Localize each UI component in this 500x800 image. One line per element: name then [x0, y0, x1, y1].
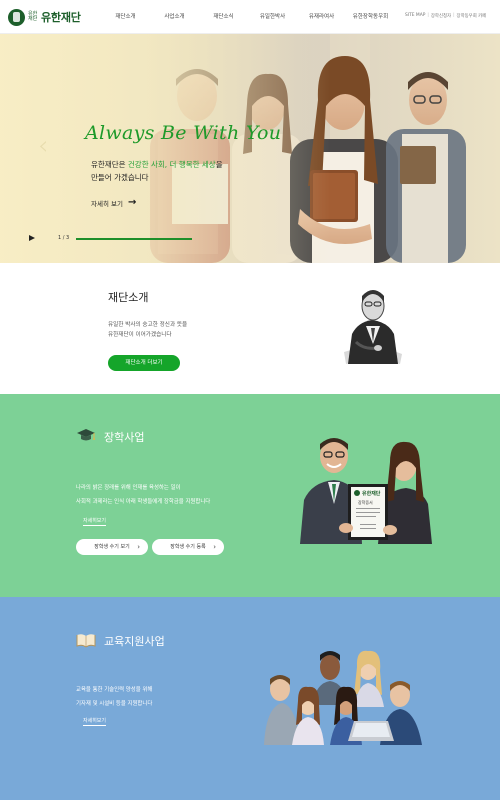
main-nav: 재단소개 사업소개 재단소식 유일한박사 유재라여사 유한장학동우회: [101, 12, 395, 20]
founder-portrait-image: [344, 290, 402, 364]
util-sitemap[interactable]: SITE MAP: [405, 13, 425, 19]
nav-item-foundation[interactable]: 재단소개: [101, 12, 150, 20]
util-divider: |: [427, 13, 429, 18]
hero-copy: 유한재단은 건강한 사회, 더 행복한 세상을 만들어 가겠습니다: [91, 158, 223, 184]
certificate-heading: 유한재단: [362, 490, 381, 497]
util-alumni-cafe[interactable]: 장학동우회 카페: [457, 13, 487, 19]
chevron-left-icon[interactable]: ‹: [38, 131, 48, 161]
button-label: 장학생 수기 보기: [94, 544, 130, 550]
hero-slider: ‹ Always Be With You 유한재단은 건강한 사회, 더 행복한…: [0, 34, 500, 263]
nav-item-business[interactable]: 사업소개: [150, 12, 199, 20]
chevron-right-icon: ›: [213, 543, 216, 551]
nav-item-dr-yu[interactable]: 유일한박사: [248, 12, 297, 20]
section-text-line: 유한재단이 이어가겠습니다: [108, 332, 172, 338]
hero-copy-text: 유한재단은: [91, 160, 128, 169]
nav-item-news[interactable]: 재단소식: [199, 12, 248, 20]
section-text-line: 교육을 통한 기술인력 양성을 위해: [76, 687, 153, 693]
page: 유한 재단 유한재단 재단소개 사업소개 재단소식 유일한박사 유재라여사 유한…: [0, 0, 500, 800]
section-title: 장학사업: [104, 431, 145, 444]
section-text-line: 사회적 과제라는 인식 아래 학생들에게 장학금을 지원합니다: [76, 499, 211, 505]
logo-small-text: 유한 재단: [28, 11, 38, 22]
hero-title: Always Be With You: [85, 122, 282, 144]
scholarship-recipients-photo: 유한재단 장학증서: [300, 438, 432, 544]
hero-overlay: [0, 34, 330, 263]
play-icon[interactable]: [29, 235, 35, 241]
section-title: 교육지원사업: [104, 635, 165, 648]
view-essays-button[interactable]: 장학생 수기 보기 ›: [76, 539, 148, 555]
logo-mark-icon: [8, 8, 25, 26]
section-title: 재단소개: [108, 291, 149, 304]
scholarship-buttons: 장학생 수기 보기 › 장학생 수기 등록 ›: [76, 539, 224, 555]
slide-counter: 1 / 3: [58, 235, 70, 241]
submit-essay-button[interactable]: 장학생 수기 등록 ›: [152, 539, 224, 555]
scholarship-detail-link[interactable]: 자세히보기: [83, 517, 107, 526]
slide-progress-bar: [76, 238, 192, 240]
hero-copy-line2: 만들어 가겠습니다: [91, 173, 149, 182]
hero-copy-highlight: 건강한 사회, 더 행복한 세상: [127, 160, 216, 169]
logo[interactable]: 유한 재단 유한재단: [8, 8, 81, 26]
hero-copy-text: 을: [215, 160, 223, 169]
button-label: 장학생 수기 등록: [170, 544, 206, 550]
section-text: 나라의 밝은 장래를 위해 인재를 육성하는 일이 사회적 과제라는 인식 아래…: [76, 481, 210, 509]
logo-text: 유한재단: [41, 11, 81, 24]
site-header: 유한 재단 유한재단 재단소개 사업소개 재단소식 유일한박사 유재라여사 유한…: [0, 0, 500, 34]
util-applicant[interactable]: 장학신청자: [431, 13, 451, 19]
section-text-line: 유일한 박사의 숭고한 정신과 뜻을: [108, 322, 188, 328]
util-divider: |: [453, 13, 455, 18]
open-book-icon: [76, 634, 96, 648]
chevron-right-icon: ›: [137, 543, 140, 551]
education-detail-link[interactable]: 자세히보기: [83, 717, 107, 726]
section-text: 교육을 통한 기술인력 양성을 위해 기자재 및 시설비 등을 지원합니다: [76, 683, 152, 711]
nav-item-alumni[interactable]: 유한장학동우회: [346, 12, 395, 20]
graduation-cap-icon: [77, 429, 95, 441]
hero-more-label: 자세히 보기: [91, 199, 123, 208]
foundation-more-button[interactable]: 재단소개 더보기: [108, 355, 180, 371]
arrow-right-icon: →: [127, 197, 137, 208]
education-support-section: 교육지원사업 교육을 통한 기술인력 양성을 위해 기자재 및 시설비 등을 지…: [0, 597, 500, 800]
hero-copy-line1: 유한재단은 건강한 사회, 더 행복한 세상을: [91, 158, 223, 171]
foundation-intro-section: 재단소개 유일한 박사의 숭고한 정신과 뜻을 유한재단이 이어가겠습니다 재단…: [0, 263, 500, 394]
nav-item-madame-yu[interactable]: 유재라여사: [297, 12, 346, 20]
students-laptop-photo: [264, 650, 422, 745]
scholarship-section: 장학사업 나라의 밝은 장래를 위해 인재를 육성하는 일이 사회적 과제라는 …: [0, 394, 500, 597]
hero-more-link[interactable]: 자세히 보기 →: [91, 197, 136, 208]
certificate-sub: 장학증서: [358, 499, 373, 505]
section-text: 유일한 박사의 숭고한 정신과 뜻을 유한재단이 이어가겠습니다: [108, 320, 187, 340]
section-text-line: 기자재 및 시설비 등을 지원합니다: [76, 701, 153, 707]
utility-links: SITE MAP | 장학신청자 | 장학동우회 카페: [405, 13, 486, 19]
section-text-line: 나라의 밝은 장래를 위해 인재를 육성하는 일이: [76, 485, 181, 491]
